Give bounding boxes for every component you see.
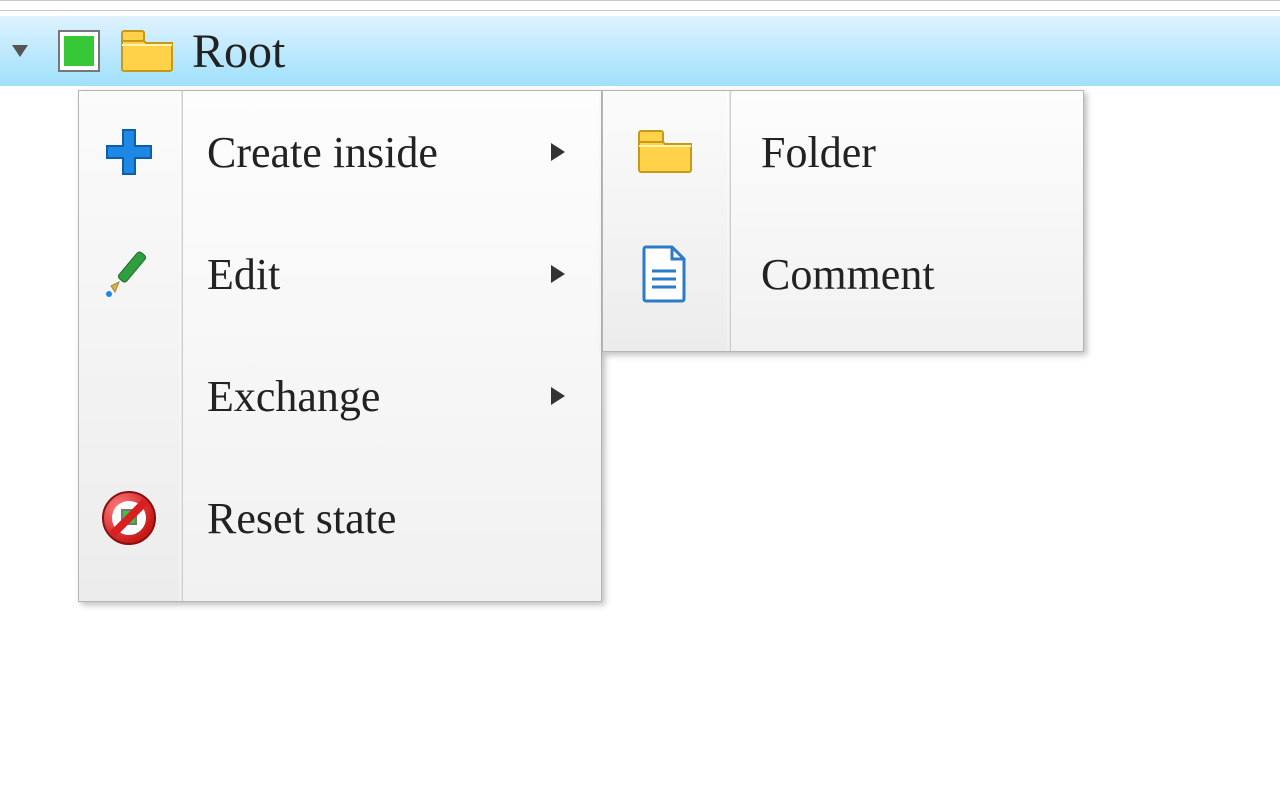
- document-icon: [603, 245, 727, 303]
- expander-icon[interactable]: [10, 41, 30, 61]
- reset-state-icon: [79, 488, 179, 548]
- menu-item-label: Reset state: [179, 493, 551, 544]
- menu-item-label: Exchange: [179, 371, 551, 422]
- tree-node-label: Root: [192, 24, 285, 79]
- state-indicator-icon: [58, 30, 100, 72]
- submenu-arrow-icon: [551, 265, 601, 283]
- tree-node-root[interactable]: Root: [0, 16, 1280, 86]
- pencil-icon: [79, 246, 179, 302]
- submenu-create-inside: Folder Comment: [602, 90, 1084, 352]
- submenu-arrow-icon: [551, 387, 601, 405]
- menu-item-exchange[interactable]: Exchange: [79, 335, 601, 457]
- folder-icon: [120, 29, 174, 73]
- submenu-item-comment[interactable]: Comment: [603, 213, 1083, 335]
- context-menu: Create inside Edit Exchange: [78, 90, 602, 602]
- submenu-item-folder[interactable]: Folder: [603, 91, 1083, 213]
- submenu-item-label: Folder: [727, 127, 1083, 178]
- menu-item-label: Edit: [179, 249, 551, 300]
- submenu-arrow-icon: [551, 143, 601, 161]
- menu-item-reset-state[interactable]: Reset state: [79, 457, 601, 579]
- plus-icon: [79, 124, 179, 180]
- menu-item-edit[interactable]: Edit: [79, 213, 601, 335]
- menu-item-label: Create inside: [179, 127, 551, 178]
- menu-item-create-inside[interactable]: Create inside: [79, 91, 601, 213]
- submenu-item-label: Comment: [727, 249, 1083, 300]
- folder-icon: [603, 128, 727, 176]
